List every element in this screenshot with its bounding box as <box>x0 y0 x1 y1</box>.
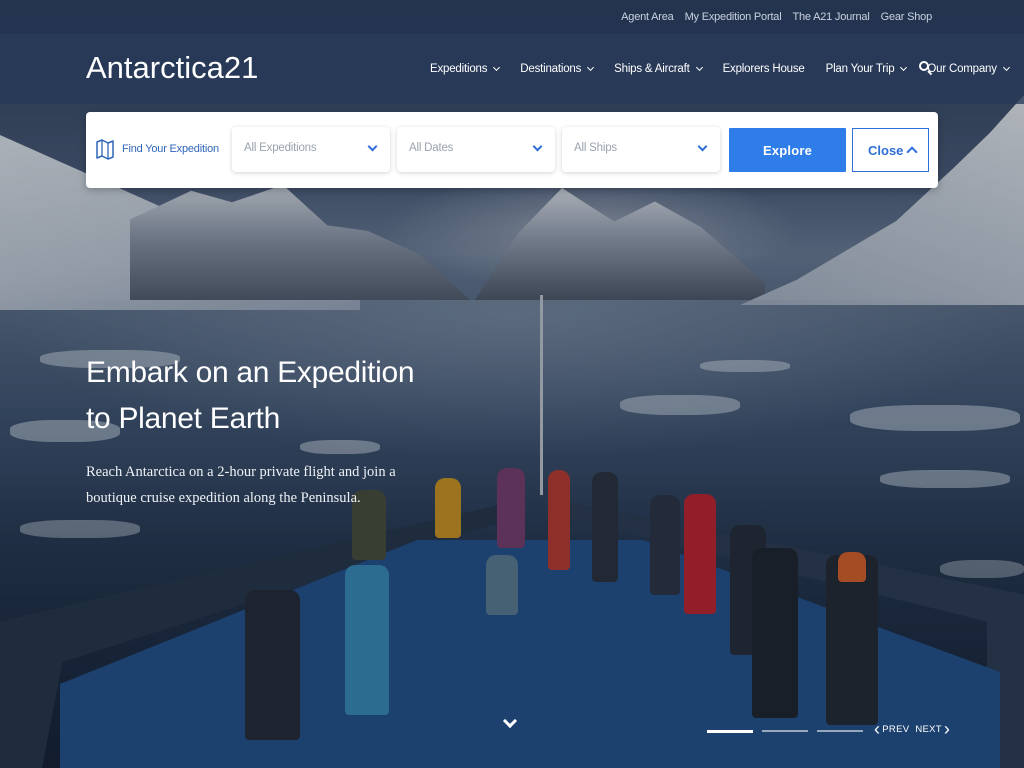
expedition-search-panel: Find Your Expedition All Expeditions All… <box>86 112 938 188</box>
nav-item-ships-aircraft[interactable]: Ships & Aircraft <box>614 63 703 75</box>
close-search-label: Close <box>868 142 904 158</box>
main-navigation: Antarctica21 Expeditions Destinations Sh… <box>0 34 1024 104</box>
dates-select[interactable]: All Dates <box>397 127 555 172</box>
utility-bar: Agent Area My Expedition Portal The A21 … <box>0 0 1024 34</box>
slide-indicator-3[interactable] <box>817 730 863 732</box>
chevron-down-icon <box>532 141 543 152</box>
nav-item-label: Explorers House <box>722 63 805 75</box>
nav-item-label: Ships & Aircraft <box>614 63 690 75</box>
nav-item-expeditions[interactable]: Expeditions <box>430 63 501 75</box>
hero-title: Embark on an Expedition to Planet Earth <box>86 356 415 435</box>
ships-select[interactable]: All Ships <box>562 127 720 172</box>
next-slide-button[interactable]: NEXT › <box>915 720 952 738</box>
slide-indicator-1[interactable] <box>707 730 753 733</box>
nav-item-label: Our Company <box>927 63 997 75</box>
chevron-right-icon: › <box>943 719 951 739</box>
slider-controls: ‹ PREV NEXT › <box>872 720 952 738</box>
ships-select-value: All Ships <box>574 142 617 154</box>
chevron-left-icon: ‹ <box>874 719 881 739</box>
expeditions-select-value: All Expeditions <box>244 142 317 154</box>
find-expedition-label: Find Your Expedition <box>96 138 219 160</box>
utility-link-agent-area[interactable]: Agent Area <box>621 11 674 23</box>
expeditions-select[interactable]: All Expeditions <box>232 127 390 172</box>
hero-subtitle: Reach Antarctica on a 2-hour private fli… <box>86 464 396 506</box>
site-logo[interactable]: Antarctica21 <box>86 50 258 86</box>
nav-item-plan-your-trip[interactable]: Plan Your Trip <box>825 63 908 75</box>
next-label: NEXT <box>915 723 942 735</box>
nav-item-our-company[interactable]: Our Company <box>927 63 1010 75</box>
chevron-down-icon <box>695 63 703 72</box>
chevron-down-icon <box>587 63 595 72</box>
nav-item-destinations[interactable]: Destinations <box>520 63 595 75</box>
utility-link-gear-shop[interactable]: Gear Shop <box>881 11 933 23</box>
chevron-down-icon <box>697 141 708 152</box>
nav-menu: Expeditions Destinations Ships & Aircraf… <box>430 34 1024 104</box>
chevron-down-icon <box>493 63 501 72</box>
chevron-down-icon <box>367 141 378 152</box>
dates-select-value: All Dates <box>409 142 454 154</box>
nav-item-label: Plan Your Trip <box>825 63 895 75</box>
nav-item-label: Expeditions <box>430 63 488 75</box>
prev-slide-button[interactable]: ‹ PREV <box>872 720 909 738</box>
close-search-button[interactable]: Close <box>852 128 929 172</box>
search-icon[interactable] <box>919 61 933 76</box>
prev-label: PREV <box>882 723 910 735</box>
explore-button[interactable]: Explore <box>729 128 846 172</box>
chevron-up-icon <box>906 146 918 158</box>
nav-item-label: Destinations <box>520 63 582 75</box>
utility-link-journal[interactable]: The A21 Journal <box>792 11 869 23</box>
find-expedition-text: Find Your Expedition <box>122 143 219 155</box>
chevron-down-icon <box>900 63 908 72</box>
slide-indicator-2[interactable] <box>762 730 808 732</box>
nav-item-explorers-house[interactable]: Explorers House <box>723 63 805 75</box>
chevron-down-icon <box>1002 63 1010 72</box>
map-icon <box>96 138 114 160</box>
scroll-down-icon[interactable] <box>502 713 519 732</box>
utility-link-expedition-portal[interactable]: My Expedition Portal <box>685 11 782 23</box>
